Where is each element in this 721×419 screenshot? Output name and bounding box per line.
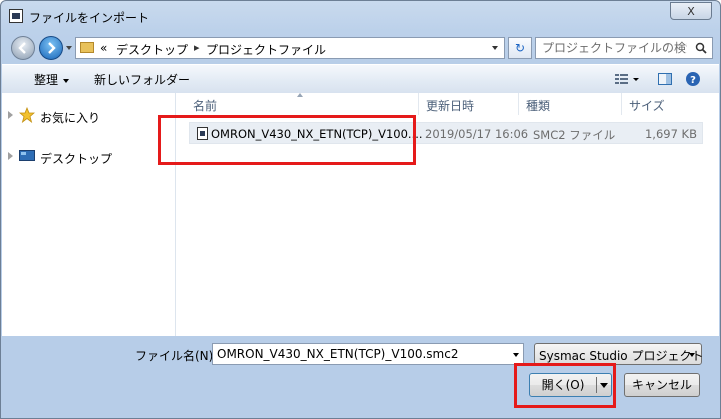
navigation-pane: お気に入り デスクトップ xyxy=(2,93,176,336)
search-icon xyxy=(695,42,707,54)
open-options-dropdown-icon[interactable] xyxy=(600,383,608,388)
filetype-value: Sysmac Studio プロジェクト xyxy=(539,349,704,363)
refresh-button[interactable]: ↻ xyxy=(508,37,532,59)
file-icon xyxy=(197,127,208,140)
app-icon xyxy=(9,9,23,23)
refresh-icon: ↻ xyxy=(514,41,526,55)
split-divider xyxy=(596,377,597,393)
address-bar[interactable]: « デスクトップ ▸ プロジェクトファイル xyxy=(75,37,505,59)
file-type: SMC2 ファイル xyxy=(533,128,616,142)
help-icon[interactable]: ? xyxy=(685,71,701,87)
sort-ascending-icon xyxy=(297,93,303,97)
breadcrumb-project-files[interactable]: プロジェクトファイル xyxy=(206,41,326,58)
command-bar: 整理 新しいフォルダー ? xyxy=(2,64,719,94)
sidebar-item-favorites[interactable]: お気に入り xyxy=(2,105,175,127)
close-icon: X xyxy=(687,5,695,18)
address-dropdown-icon[interactable] xyxy=(492,46,498,50)
expand-icon[interactable] xyxy=(8,152,13,160)
chevron-right-icon: ▸ xyxy=(194,41,200,54)
filename-input[interactable] xyxy=(217,346,507,362)
expand-icon[interactable] xyxy=(8,111,13,119)
sidebar-item-label: お気に入り xyxy=(40,111,101,125)
column-header-modified[interactable]: 更新日時 xyxy=(426,97,474,114)
breadcrumb-desktop[interactable]: デスクトップ xyxy=(116,41,188,58)
title-bar: ファイルをインポート X xyxy=(1,1,720,31)
chevron-down-icon xyxy=(63,78,70,83)
search-input[interactable] xyxy=(542,40,687,56)
open-button-label: 開く(O) xyxy=(541,378,585,392)
cancel-button[interactable]: キャンセル xyxy=(624,373,700,397)
file-modified: 2019/05/17 16:06 xyxy=(425,127,529,141)
view-options-icon[interactable] xyxy=(614,71,640,87)
svg-text:?: ? xyxy=(690,75,696,86)
import-file-dialog: ファイルをインポート X « デスクトップ ▸ プロジェクトファイル ↻ 整理 … xyxy=(0,0,721,419)
organize-menu[interactable]: 整理 xyxy=(34,71,70,88)
column-header-name[interactable]: 名前 xyxy=(193,97,217,114)
window-title: ファイルをインポート xyxy=(29,11,150,25)
column-header-size[interactable]: サイズ xyxy=(629,97,665,114)
recent-locations-dropdown[interactable] xyxy=(66,46,72,50)
search-box[interactable] xyxy=(535,37,713,59)
breadcrumb-overflow[interactable]: « xyxy=(100,41,107,55)
column-divider[interactable] xyxy=(621,93,622,115)
close-button[interactable]: X xyxy=(670,2,712,20)
sidebar-item-desktop[interactable]: デスクトップ xyxy=(2,146,175,168)
forward-button[interactable] xyxy=(39,36,63,60)
open-button[interactable]: 開く(O) xyxy=(529,373,612,397)
arrow-right-icon xyxy=(48,42,56,54)
column-divider[interactable] xyxy=(418,93,419,115)
sidebar-item-label: デスクトップ xyxy=(40,152,113,166)
filename-dropdown-icon[interactable] xyxy=(513,353,519,357)
organize-label: 整理 xyxy=(34,73,59,87)
column-divider[interactable] xyxy=(518,93,519,115)
file-row[interactable]: OMRON_V430_NX_ETN(TCP)_V100.... 2019/05/… xyxy=(189,122,703,144)
column-header-type[interactable]: 種類 xyxy=(526,97,550,114)
star-icon xyxy=(19,107,35,123)
filetype-select[interactable]: Sysmac Studio プロジェクト xyxy=(534,343,704,365)
file-name: OMRON_V430_NX_ETN(TCP)_V100.... xyxy=(211,127,423,141)
desktop-icon xyxy=(19,150,35,161)
preview-pane-icon[interactable] xyxy=(657,71,673,87)
filename-label: ファイル名(N): xyxy=(135,349,218,363)
folder-icon xyxy=(80,42,94,53)
chevron-down-icon xyxy=(689,353,695,357)
back-button[interactable] xyxy=(11,36,35,60)
file-size: 1,697 KB xyxy=(644,127,697,141)
new-folder-button[interactable]: 新しいフォルダー xyxy=(94,71,190,88)
file-list: 名前 更新日時 種類 サイズ OMRON_V430_NX_ETN(TCP)_V1… xyxy=(176,93,719,336)
filename-combobox[interactable] xyxy=(212,343,524,365)
arrow-left-icon xyxy=(18,42,26,54)
